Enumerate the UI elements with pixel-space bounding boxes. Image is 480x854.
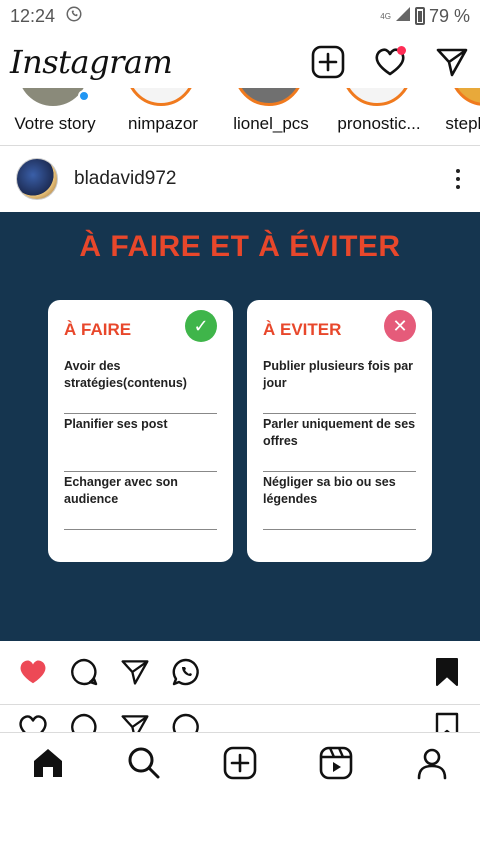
app-header: Instagram (0, 36, 480, 88)
plus-square-icon (223, 746, 257, 779)
battery-icon (414, 7, 425, 25)
post-divider (0, 704, 480, 705)
post-image-title: À FAIRE ET À ÉVITER (79, 230, 401, 263)
post-image[interactable]: À FAIRE ET À ÉVITER À FAIRE ✓ Avoir des … (0, 212, 480, 641)
post-actions (0, 650, 480, 694)
story-item[interactable]: stephenc... (442, 88, 480, 144)
story-own[interactable]: Votre story (10, 88, 100, 144)
do-item: Echanger avec son audience (64, 472, 217, 530)
heart-filled-icon (20, 660, 46, 684)
next-post-actions (0, 712, 480, 732)
post-header: bladavid972 (0, 154, 480, 204)
do-card: À FAIRE ✓ Avoir des stratégies(contenus)… (48, 300, 233, 562)
reels-icon (319, 746, 353, 779)
home-filled-icon (34, 748, 62, 777)
paper-plane-icon (121, 660, 149, 685)
paper-plane-icon (436, 48, 468, 77)
whatsapp-notification-icon (65, 5, 83, 28)
comment-icon (71, 713, 97, 732)
story-avatar (234, 88, 304, 106)
post-author-username[interactable]: bladavid972 (74, 168, 176, 190)
comment-icon (71, 658, 98, 686)
do-item: Planifier ses post (64, 414, 217, 472)
story-avatar (126, 88, 196, 106)
dont-item: Publier plusieurs fois par jour (263, 356, 416, 414)
save-button[interactable] (430, 712, 464, 732)
do-item: Avoir des stratégies(contenus) (64, 356, 217, 414)
post-options-button[interactable] (452, 167, 464, 191)
new-post-button[interactable] (310, 44, 346, 80)
instagram-logo: Instagram (10, 43, 173, 81)
post-author-avatar[interactable] (16, 158, 58, 200)
dont-card: À EVITER ✕ Publier plusieurs fois par jo… (247, 300, 432, 562)
plus-square-icon (311, 45, 345, 79)
whatsapp-icon (172, 658, 199, 686)
dont-item: Parler uniquement de ses offres (263, 414, 416, 472)
signal-icon (395, 6, 411, 27)
status-time: 12:24 (10, 5, 56, 26)
story-item[interactable]: nimpazor (118, 88, 208, 144)
bottom-navigation (0, 732, 480, 792)
stories-divider (0, 145, 480, 146)
nav-search[interactable] (124, 743, 164, 783)
like-button[interactable] (16, 712, 50, 732)
whatsapp-icon (172, 713, 199, 732)
story-avatar (450, 88, 480, 106)
nav-home[interactable] (28, 743, 68, 783)
story-name: nimpazor (128, 114, 198, 133)
story-name: stephenc... (445, 114, 480, 133)
add-story-plus-icon (78, 90, 90, 102)
status-icons: 4G 79 % (380, 6, 470, 27)
whatsapp-share-button[interactable] (169, 712, 203, 732)
more-dots-icon (456, 169, 460, 173)
battery-level: 79 % (428, 5, 470, 26)
activity-button[interactable] (372, 44, 408, 80)
paper-plane-icon (121, 715, 149, 732)
check-icon: ✓ (185, 310, 217, 342)
story-name: Votre story (14, 114, 96, 133)
bookmark-filled-icon (436, 658, 458, 686)
cross-icon: ✕ (384, 310, 416, 342)
nav-profile[interactable] (412, 743, 452, 783)
header-actions (310, 44, 470, 80)
profile-icon (417, 748, 447, 779)
search-icon (128, 747, 160, 778)
story-avatar (342, 88, 412, 106)
nav-reels[interactable] (316, 743, 356, 783)
comment-button[interactable] (67, 712, 101, 732)
save-button[interactable] (430, 655, 464, 689)
bookmark-icon (435, 712, 459, 732)
dont-item: Négliger sa bio ou ses légendes (263, 472, 416, 530)
status-bar: 12:24 4G 79 % (0, 0, 480, 32)
story-item[interactable]: pronostic... (334, 88, 424, 144)
notification-dot (397, 46, 406, 55)
like-button[interactable] (16, 655, 50, 689)
comment-button[interactable] (67, 655, 101, 689)
story-name: pronostic... (337, 114, 421, 133)
story-name: lionel_pcs (233, 114, 309, 133)
share-button[interactable] (118, 655, 152, 689)
nav-create[interactable] (220, 743, 260, 783)
direct-messages-button[interactable] (434, 44, 470, 80)
share-button[interactable] (118, 712, 152, 732)
stories-tray: Votre story nimpazor lionel_pcs pronosti… (0, 88, 480, 144)
story-item[interactable]: lionel_pcs (226, 88, 316, 144)
heart-icon (19, 715, 47, 732)
network-label: 4G (380, 11, 391, 21)
whatsapp-share-button[interactable] (169, 655, 203, 689)
